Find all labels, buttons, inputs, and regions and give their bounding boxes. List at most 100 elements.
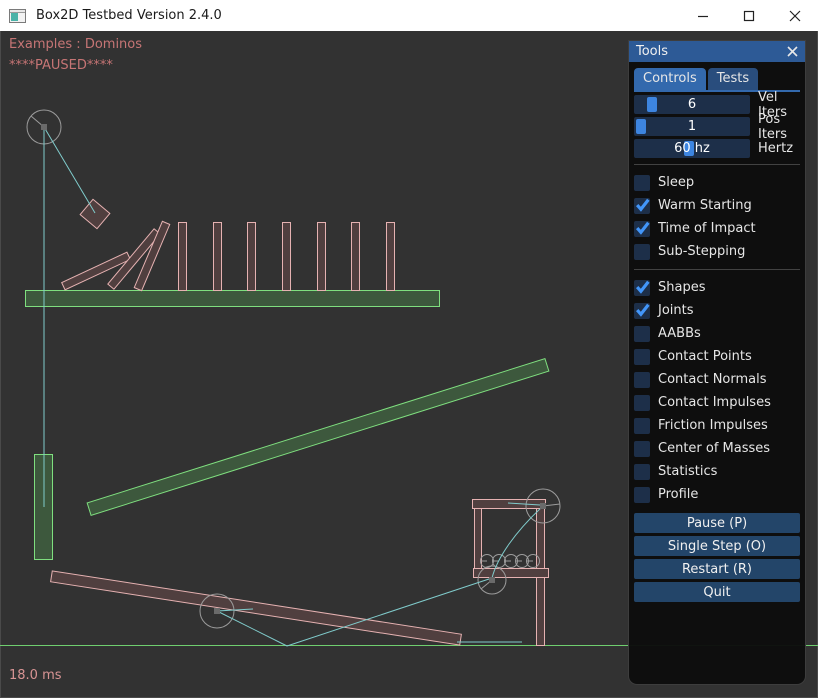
checkbox-label: Sub-Stepping bbox=[658, 244, 745, 259]
cradle-balls[interactable] bbox=[481, 555, 540, 568]
checkbox-row-aabbs[interactable]: AABBs bbox=[634, 322, 800, 345]
paused-label: ****PAUSED**** bbox=[9, 58, 113, 73]
check-icon bbox=[634, 278, 651, 295]
slider-label: Hertz bbox=[758, 141, 793, 156]
standing-domino[interactable] bbox=[352, 223, 360, 291]
joint-anchor bbox=[489, 577, 495, 583]
checkbox-row-joints[interactable]: Joints bbox=[634, 299, 800, 322]
friction-impulses-checkbox[interactable] bbox=[634, 418, 650, 434]
frame-shelf[interactable] bbox=[474, 569, 549, 578]
checkbox-row-warm-starting[interactable]: Warm Starting bbox=[634, 194, 800, 217]
close-icon bbox=[789, 10, 801, 22]
seesaw-plank[interactable] bbox=[51, 571, 462, 645]
checkbox-row-statistics[interactable]: Statistics bbox=[634, 460, 800, 483]
checkbox-row-profile[interactable]: Profile bbox=[634, 483, 800, 506]
profile-checkbox[interactable] bbox=[634, 487, 650, 503]
separator bbox=[634, 269, 800, 270]
shapes-checkbox[interactable] bbox=[634, 280, 650, 296]
checkbox-label: Friction Impulses bbox=[658, 418, 768, 433]
checkbox-label: Profile bbox=[658, 487, 698, 502]
slider-value: 6 bbox=[634, 95, 750, 114]
checkbox-label: Joints bbox=[658, 303, 694, 318]
joint-anchor bbox=[540, 503, 546, 509]
joint-anchor bbox=[214, 608, 220, 614]
joints-checkbox[interactable] bbox=[634, 303, 650, 319]
frame-left-post[interactable] bbox=[475, 509, 482, 576]
box2d-testbed-window: { "window": { "title": "Box2D Testbed Ve… bbox=[0, 0, 818, 698]
tabbar: Controls Tests bbox=[634, 68, 805, 90]
joint-anchor bbox=[41, 124, 47, 130]
platform-shelf bbox=[26, 291, 440, 307]
checkbox-row-contact-points[interactable]: Contact Points bbox=[634, 345, 800, 368]
titlebar: Box2D Testbed Version 2.4.0 bbox=[0, 0, 818, 31]
tools-panel-title: Tools bbox=[636, 44, 668, 59]
hertz-slider[interactable]: 60 hz bbox=[634, 139, 750, 158]
sleep-checkbox[interactable] bbox=[634, 175, 650, 191]
checkbox-row-friction-impulses[interactable]: Friction Impulses bbox=[634, 414, 800, 437]
standing-domino[interactable] bbox=[179, 223, 187, 291]
app-icon bbox=[9, 9, 26, 23]
panel-buttons: Pause (P) Single Step (O) Restart (R) Qu… bbox=[634, 513, 800, 602]
checkbox-label: Contact Points bbox=[658, 349, 752, 364]
pause-button[interactable]: Pause (P) bbox=[634, 513, 800, 533]
checkbox-label: Statistics bbox=[658, 464, 717, 479]
single-step-button[interactable]: Single Step (O) bbox=[634, 536, 800, 556]
time-of-impact-checkbox[interactable] bbox=[634, 221, 650, 237]
pendulum-box[interactable] bbox=[80, 199, 110, 228]
checkbox-label: Time of Impact bbox=[658, 221, 756, 236]
warm-starting-checkbox[interactable] bbox=[634, 198, 650, 214]
standing-domino[interactable] bbox=[283, 223, 291, 291]
checkbox-label: AABBs bbox=[658, 326, 701, 341]
checkbox-label: Contact Normals bbox=[658, 372, 767, 387]
contact-impulses-checkbox[interactable] bbox=[634, 395, 650, 411]
contact-normals-checkbox[interactable] bbox=[634, 372, 650, 388]
window-title: Box2D Testbed Version 2.4.0 bbox=[36, 8, 222, 23]
tab-tests[interactable]: Tests bbox=[708, 68, 758, 90]
restart-button[interactable]: Restart (R) bbox=[634, 559, 800, 579]
checkbox-label: Sleep bbox=[658, 175, 694, 190]
frame-top-beam[interactable] bbox=[473, 500, 546, 509]
checkbox-row-sub-stepping[interactable]: Sub-Stepping bbox=[634, 240, 800, 263]
pos-iters-slider[interactable]: 1 bbox=[634, 117, 750, 136]
minimize-button[interactable] bbox=[680, 0, 726, 31]
slider-label: Pos Iters bbox=[758, 112, 800, 142]
standing-domino[interactable] bbox=[248, 223, 256, 291]
standing-domino[interactable] bbox=[387, 223, 395, 291]
tab-controls[interactable]: Controls bbox=[634, 68, 706, 90]
checkbox-row-contact-impulses[interactable]: Contact Impulses bbox=[634, 391, 800, 414]
checkbox-row-contact-normals[interactable]: Contact Normals bbox=[634, 368, 800, 391]
checkbox-row-sleep[interactable]: Sleep bbox=[634, 171, 800, 194]
checkbox-label: Warm Starting bbox=[658, 198, 752, 213]
standing-domino[interactable] bbox=[318, 223, 326, 291]
contact-points-checkbox[interactable] bbox=[634, 349, 650, 365]
checkbox-row-center-of-masses[interactable]: Center of Masses bbox=[634, 437, 800, 460]
quit-button[interactable]: Quit bbox=[634, 582, 800, 602]
ramp-plank bbox=[87, 359, 549, 516]
maximize-button[interactable] bbox=[726, 0, 772, 31]
slider-value: 1 bbox=[634, 117, 750, 136]
statistics-checkbox[interactable] bbox=[634, 464, 650, 480]
panel-close-icon[interactable] bbox=[787, 46, 798, 57]
maximize-icon bbox=[743, 10, 755, 22]
hertz-row: 60 hz Hertz bbox=[634, 139, 800, 158]
frame-time-label: 18.0 ms bbox=[9, 668, 62, 683]
checkbox-label: Contact Impulses bbox=[658, 395, 771, 410]
minimize-icon bbox=[697, 10, 709, 22]
checkbox-row-time-of-impact[interactable]: Time of Impact bbox=[634, 217, 800, 240]
check-icon bbox=[634, 301, 651, 318]
sub-stepping-checkbox[interactable] bbox=[634, 244, 650, 260]
standing-domino[interactable] bbox=[214, 223, 222, 291]
slider-value: 60 hz bbox=[634, 139, 750, 158]
checkbox-label: Center of Masses bbox=[658, 441, 770, 456]
close-button[interactable] bbox=[772, 0, 818, 31]
pos-iters-row: 1 Pos Iters bbox=[634, 117, 800, 136]
example-title-label: Examples : Dominos bbox=[9, 37, 142, 52]
vel-iters-slider[interactable]: 6 bbox=[634, 95, 750, 114]
check-icon bbox=[634, 196, 651, 213]
checkbox-row-shapes[interactable]: Shapes bbox=[634, 276, 800, 299]
center-of-masses-checkbox[interactable] bbox=[634, 441, 650, 457]
checkbox-label: Shapes bbox=[658, 280, 705, 295]
tools-panel-header[interactable]: Tools bbox=[629, 41, 805, 62]
aabbs-checkbox[interactable] bbox=[634, 326, 650, 342]
tools-panel: Tools Controls Tests 6 Vel Iters 1 Pos I… bbox=[628, 40, 806, 685]
